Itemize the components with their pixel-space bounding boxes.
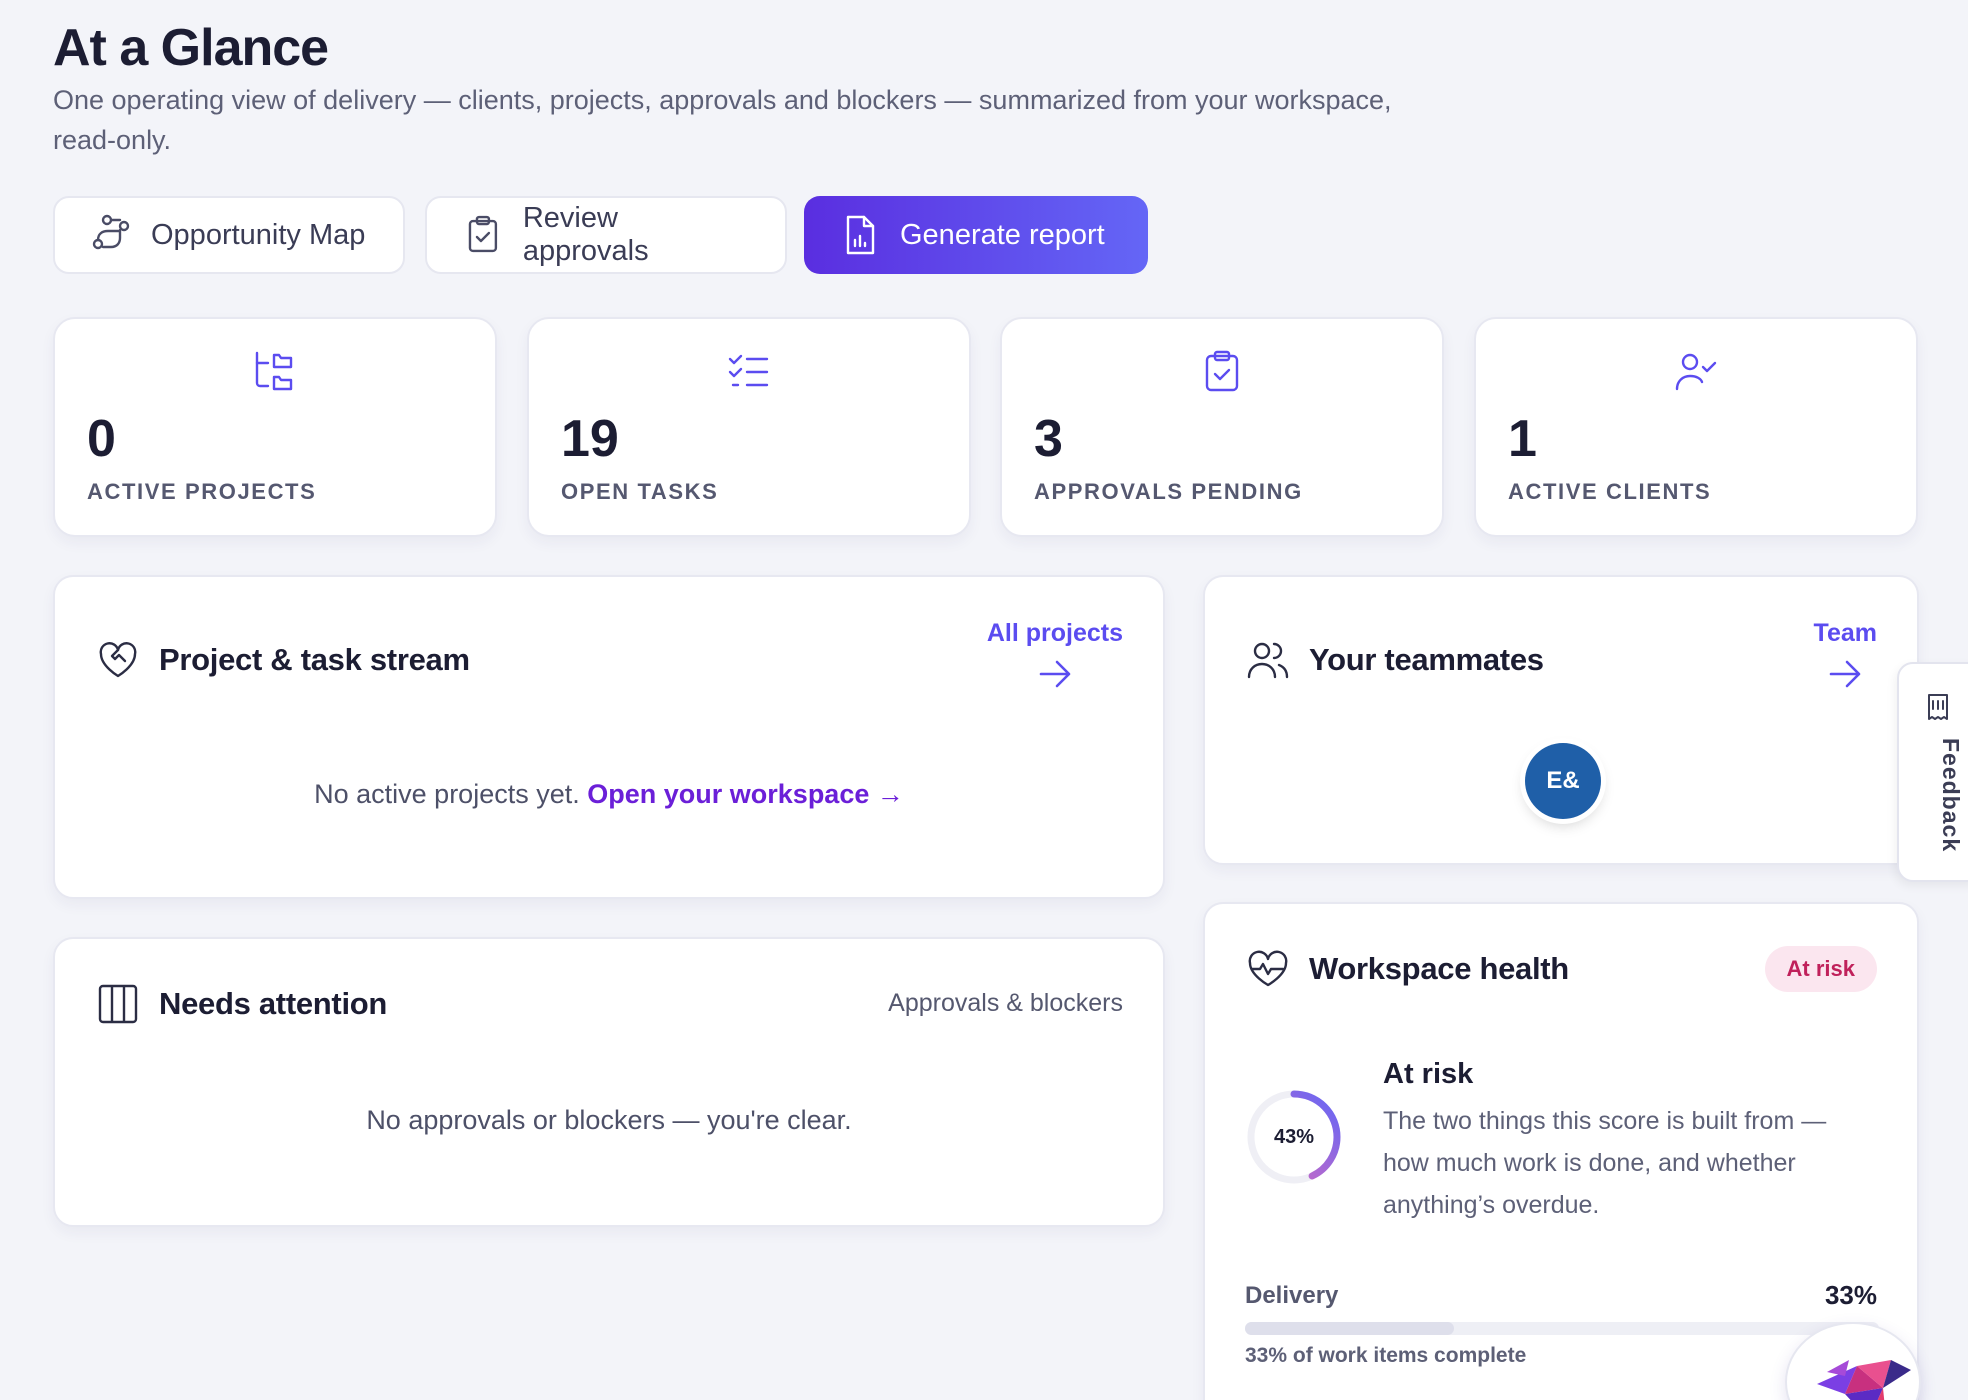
status-badge: At risk [1764,946,1877,992]
workspace-health-title: Workspace health [1309,951,1569,986]
clipboard-check-icon [468,215,498,253]
stat-label: OPEN TASKS [561,479,719,504]
delivery-label: Delivery [1245,1282,1339,1309]
project-stream-empty: No active projects yet. Open your worksp… [55,779,1163,810]
page-title: At a Glance [53,19,329,77]
teammates-title: Your teammates [1309,642,1544,677]
project-stream-title: Project & task stream [159,642,470,677]
delivery-value: 33% [1824,1280,1877,1310]
heart-pulse-icon [1248,950,1288,987]
feedback-tab[interactable]: Feedback [1897,662,1968,882]
stat-value: 1 [1508,410,1537,468]
health-score-ring: 43% [1245,1088,1343,1186]
generate-report-label: Generate report [900,218,1105,251]
delivery-progress-fill [1245,1322,1455,1335]
health-score-label: 43% [1273,1125,1315,1148]
project-stream-card: Project & task stream All projects No ac… [53,575,1165,899]
stat-value: 0 [87,410,116,468]
project-stream-header: Project & task stream [95,637,470,683]
stat-value: 19 [561,410,619,468]
generate-report-button[interactable]: Generate report [804,196,1148,274]
route-icon [92,214,130,250]
arrow-right-icon [1039,660,1071,688]
delivery-progress-bar [1245,1322,1879,1335]
stat-card-active-projects[interactable]: 0 ACTIVE PROJECTS [53,317,497,537]
needs-attention-subtitle: Approvals & blockers [888,989,1123,1017]
avatar[interactable]: E& [1525,743,1601,819]
delivery-caption: 33% of work items complete [1245,1344,1527,1367]
teammates-card: Your teammates Team E& [1203,575,1919,865]
review-approvals-button[interactable]: Review approvals [425,196,787,274]
opportunity-map-label: Opportunity Map [151,218,366,251]
team-link[interactable]: Team [1814,619,1877,692]
page-subtitle: One operating view of delivery — clients… [53,85,1392,155]
feedback-label: Feedback [1938,738,1964,853]
arrow-right-icon [1829,660,1861,688]
all-projects-link[interactable]: All projects [987,619,1123,692]
folders-icon [255,351,293,391]
heart-handshake-icon [99,642,137,678]
needs-attention-card: Needs attention Approvals & blockers No … [53,937,1165,1227]
stat-label: APPROVALS PENDING [1034,479,1303,504]
open-workspace-link[interactable]: Open your workspace → [587,779,904,809]
teammates-header: Your teammates [1245,637,1544,683]
users-icon [1247,642,1289,679]
workspace-health-header: Workspace health [1245,946,1569,992]
all-projects-label: All projects [986,619,1123,647]
stat-value: 3 [1034,410,1063,468]
hummingbird-icon [1817,1360,1911,1400]
workspace-health-card: Workspace health At risk 43% At risk The… [1203,902,1921,1400]
stat-card-open-tasks[interactable]: 19 OPEN TASKS [527,317,971,537]
needs-attention-title: Needs attention [159,986,388,1021]
user-check-icon [1675,353,1717,391]
stat-label: ACTIVE CLIENTS [1508,479,1712,504]
stat-card-active-clients[interactable]: 1 ACTIVE CLIENTS [1474,317,1918,537]
empty-message: No active projects yet. [314,779,580,809]
report-icon [846,215,875,255]
receipt-icon [1928,694,1948,720]
columns-icon [98,984,138,1024]
stat-label: ACTIVE PROJECTS [87,479,317,504]
opportunity-map-button[interactable]: Opportunity Map [53,196,405,274]
needs-attention-header: Needs attention [95,981,387,1027]
stat-card-approvals-pending[interactable]: 3 APPROVALS PENDING [1000,317,1444,537]
needs-attention-empty: No approvals or blockers — you're clear. [366,1105,852,1135]
review-approvals-label: Review approvals [522,202,649,267]
health-description: The two things this score is built from … [1383,1107,1827,1219]
team-link-label: Team [1813,619,1877,647]
health-status: At risk [1383,1058,1474,1090]
checklist-icon [728,354,769,387]
clipboard-check-icon [1205,350,1239,392]
